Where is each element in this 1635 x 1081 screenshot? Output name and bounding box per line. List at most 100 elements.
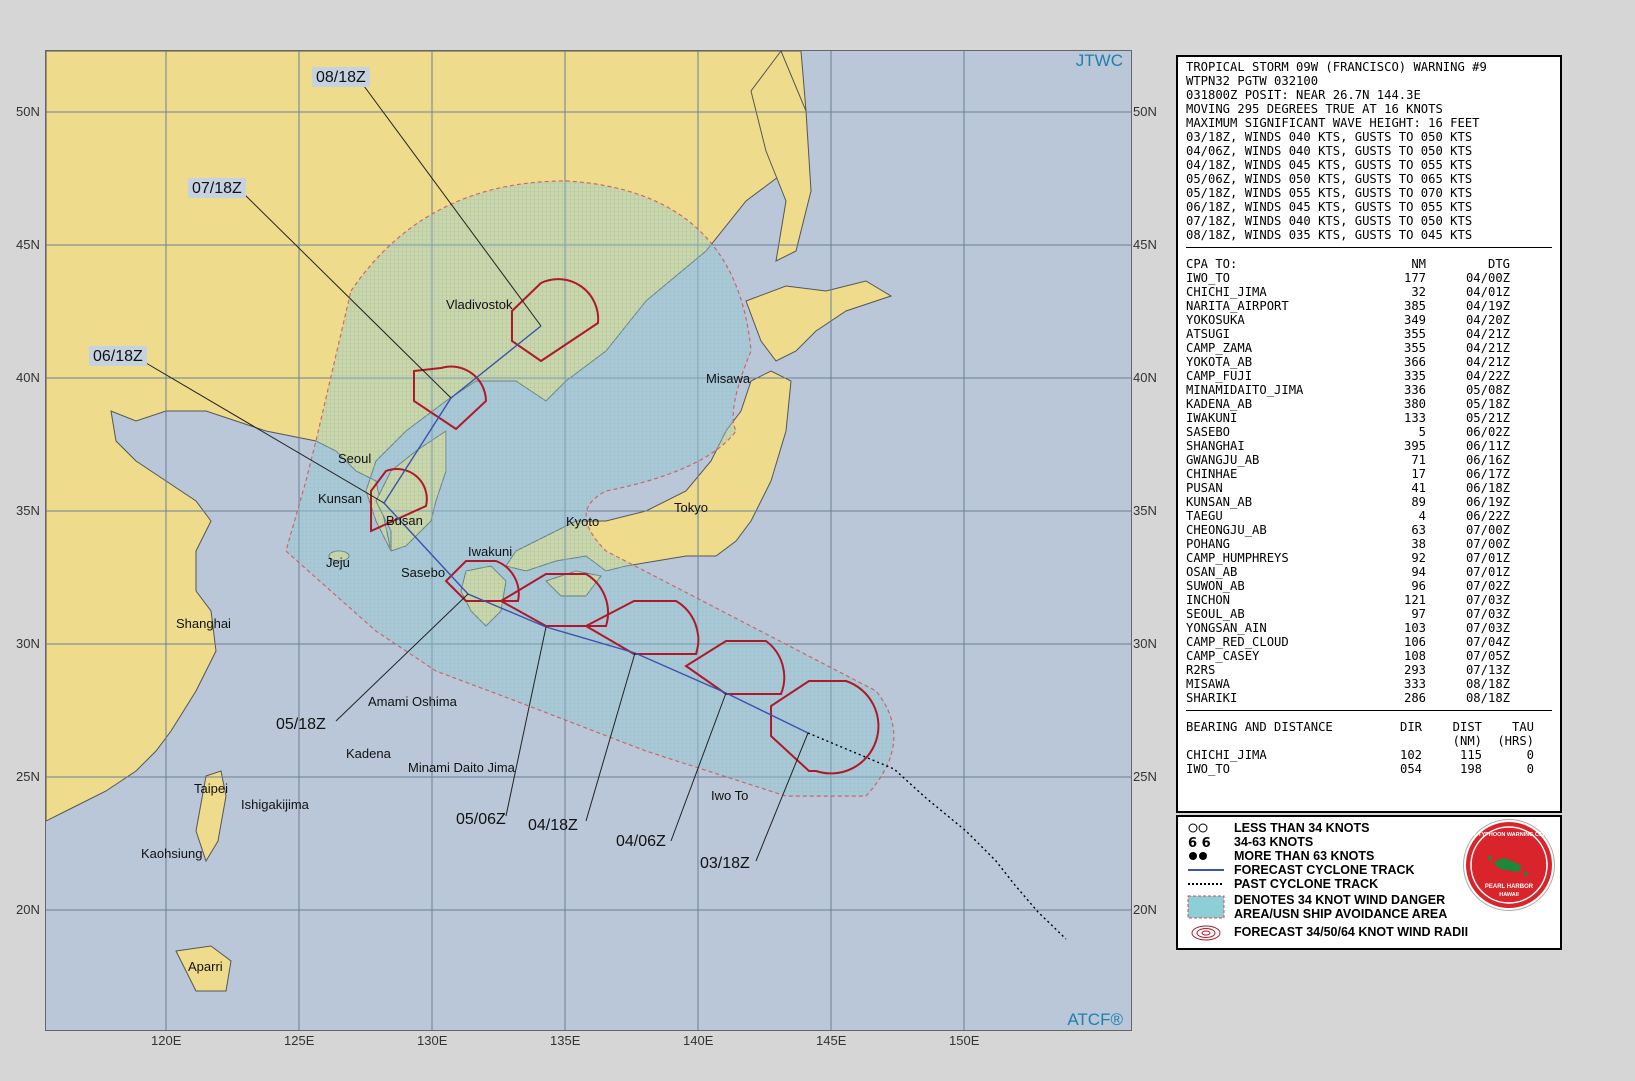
legend-text: FORECAST 34/50/64 KNOT WIND RADII: [1234, 925, 1469, 939]
table-row: CAMP_FUJI 335 04/22Z: [1186, 369, 1552, 383]
table-cell: 0: [1526, 762, 1534, 776]
lat-label: 20N: [1133, 902, 1157, 917]
forecast-track-icon: [1186, 863, 1234, 877]
table-row: MISAWA 333 08/18Z: [1186, 677, 1552, 691]
table-row: ATSUGI 355 04/21Z: [1186, 327, 1552, 341]
table-cell: 336: [1403, 383, 1426, 397]
bd-header: DIST: [1452, 720, 1482, 734]
table-cell: YONGSAN_AIN: [1186, 621, 1267, 635]
legend-text: 34-63 KNOTS: [1234, 835, 1314, 849]
place-label: Minami Daito Jima: [408, 760, 516, 775]
logo-text: JOINT TYPHOON WARNING CENTER: [1466, 832, 1552, 838]
lat-label: 20N: [16, 902, 40, 917]
table-cell: CHEONGJU_AB: [1186, 523, 1267, 537]
table-cell: 05/08Z: [1465, 383, 1510, 397]
table-cell: 054: [1399, 762, 1422, 776]
warning-header-line: 06/18Z, WINDS 045 KTS, GUSTS TO 055 KTS: [1186, 200, 1473, 214]
table-cell: IWAKUNI: [1186, 411, 1238, 425]
place-label: Jeju: [326, 555, 350, 570]
map-canvas: Vladivostok Misawa Seoul Kunsan Busan Ky…: [46, 51, 1131, 1030]
storm-icon: 6 6: [1186, 835, 1234, 851]
table-cell: 177: [1403, 271, 1426, 285]
table-cell: 106: [1403, 635, 1426, 649]
table-cell: 38: [1411, 537, 1426, 551]
table-cell: CHICHI_JIMA: [1186, 748, 1267, 762]
table-cell: 355: [1403, 327, 1426, 341]
table-cell: 96: [1411, 579, 1426, 593]
forecast-time-label: 05/06Z: [456, 811, 506, 828]
legend-text: LESS THAN 34 KNOTS: [1234, 821, 1370, 835]
table-cell: 395: [1403, 439, 1426, 453]
table-cell: 103: [1403, 621, 1426, 635]
table-row: GWANGJU_AB 71 06/16Z: [1186, 453, 1552, 467]
warning-header-line: 031800Z POSIT: NEAR 26.7N 144.3E: [1186, 88, 1421, 102]
warning-header-line: 07/18Z, WINDS 040 KTS, GUSTS TO 050 KTS: [1186, 214, 1473, 228]
table-cell: 07/04Z: [1465, 635, 1510, 649]
table-cell: MINAMIDAITO_JIMA: [1186, 383, 1304, 397]
warning-header-line: TROPICAL STORM 09W (FRANCISCO) WARNING #…: [1186, 60, 1487, 74]
table-row: CHICHI_JIMA 102 115 0: [1186, 748, 1552, 762]
table-cell: 17: [1411, 467, 1426, 481]
table-cell: 07/13Z: [1465, 663, 1510, 677]
table-cell: 133: [1403, 411, 1426, 425]
table-cell: NARITA_AIRPORT: [1186, 299, 1289, 313]
place-label: Busan: [386, 513, 423, 528]
lon-label: 150E: [949, 1033, 980, 1048]
typhoon-icon: [1186, 849, 1234, 863]
table-row: YONGSAN_AIN 103 07/03Z: [1186, 621, 1552, 635]
legend-item: LESS THAN 34 KNOTS: [1186, 821, 1369, 835]
table-cell: 06/02Z: [1465, 425, 1510, 439]
logo-text: HAWAII: [1499, 892, 1519, 898]
table-cell: 286: [1403, 691, 1426, 705]
table-cell: IWO_TO: [1186, 271, 1231, 285]
lon-label: 125E: [284, 1033, 315, 1048]
place-label: Seoul: [338, 451, 371, 466]
table-cell: 06/22Z: [1465, 509, 1510, 523]
table-cell: 06/18Z: [1465, 481, 1510, 495]
place-label: Kaohsiung: [141, 846, 202, 861]
table-cell: SEOUL_AB: [1186, 607, 1245, 621]
table-cell: CAMP_RED_CLOUD: [1186, 635, 1289, 649]
logo-text: PEARL HARBOR: [1485, 884, 1534, 890]
table-cell: ATSUGI: [1186, 327, 1231, 341]
table-row: POHANG 38 07/00Z: [1186, 537, 1552, 551]
table-cell: 07/03Z: [1465, 593, 1510, 607]
table-cell: 05/18Z: [1465, 397, 1510, 411]
table-cell: 121: [1403, 593, 1426, 607]
table-cell: 06/11Z: [1465, 439, 1510, 453]
place-label: Kyoto: [566, 514, 599, 529]
table-cell: CHINHAE: [1186, 467, 1238, 481]
table-cell: 07/03Z: [1465, 607, 1510, 621]
legend-item: 6 6 34-63 KNOTS: [1186, 835, 1314, 851]
bd-header-row: BEARING AND DISTANCE DIR DIST TAU: [1186, 720, 1552, 734]
table-cell: PUSAN: [1186, 481, 1223, 495]
legend-text: FORECAST CYCLONE TRACK: [1234, 863, 1415, 877]
lat-label: 35N: [16, 503, 40, 518]
table-cell: 293: [1403, 663, 1426, 677]
bd-header: TAU: [1511, 720, 1534, 734]
cpa-header: DTG: [1487, 257, 1510, 271]
warning-header-line: 04/18Z, WINDS 045 KTS, GUSTS TO 055 KTS: [1186, 158, 1473, 172]
warning-header-line: 05/06Z, WINDS 050 KTS, GUSTS TO 065 KTS: [1186, 172, 1473, 186]
table-row: MINAMIDAITO_JIMA 336 05/08Z: [1186, 383, 1552, 397]
lat-label: 25N: [1133, 769, 1157, 784]
forecast-time-label: 03/18Z: [700, 855, 750, 872]
bd-header: BEARING AND DISTANCE: [1186, 720, 1333, 734]
table-row: NARITA_AIRPORT 385 04/19Z: [1186, 299, 1552, 313]
forecast-time-label: 04/06Z: [616, 833, 666, 850]
forecast-time-label: 04/18Z: [528, 817, 578, 834]
lon-label: 120E: [151, 1033, 182, 1048]
table-cell: SASEBO: [1186, 425, 1231, 439]
lon-label: 140E: [683, 1033, 714, 1048]
divider: [1186, 710, 1552, 711]
table-row: OSAN_AB 94 07/01Z: [1186, 565, 1552, 579]
table-cell: POHANG: [1186, 537, 1231, 551]
table-cell: 08/18Z: [1465, 677, 1510, 691]
table-cell: 04/21Z: [1465, 341, 1510, 355]
table-cell: TAEGU: [1186, 509, 1223, 523]
place-label: Kunsan: [318, 491, 362, 506]
lat-label: 30N: [16, 636, 40, 651]
table-cell: MISAWA: [1186, 677, 1231, 691]
lat-label: 40N: [1133, 370, 1157, 385]
table-cell: 07/05Z: [1465, 649, 1510, 663]
